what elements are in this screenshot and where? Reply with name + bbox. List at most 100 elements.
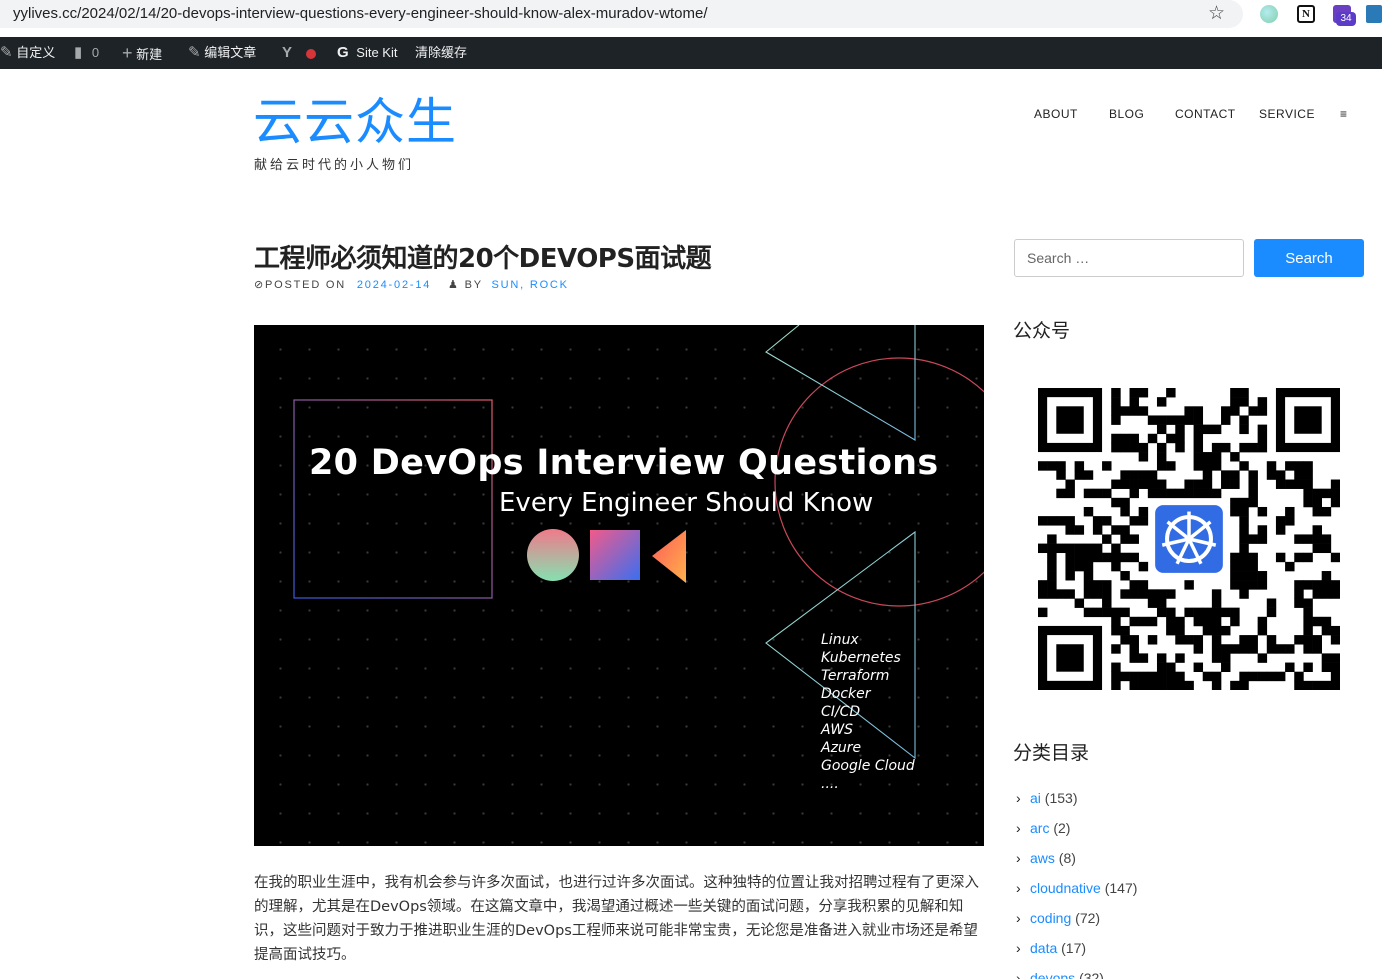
outline-triangle-top (765, 325, 916, 441)
chevron-right-icon: › (1016, 820, 1021, 836)
category-link[interactable]: devops (1030, 970, 1075, 979)
category-link[interactable]: data (1030, 940, 1057, 956)
hero-topic: Docker (821, 686, 871, 702)
list-item: › cloudnative (147) (1016, 875, 1137, 905)
brush-icon: ✎ (0, 44, 13, 61)
list-item: › aws (8) (1016, 845, 1137, 875)
category-list: › ai (153) › arc (2) › aws (8) › cloudnative… (1016, 785, 1137, 979)
extension-puzzle-icon[interactable] (1366, 5, 1382, 23)
hero-topic: AWS (821, 722, 854, 738)
list-item: › ai (153) (1016, 785, 1137, 815)
featured-image: 20 DevOps Interview Questions Every Engi… (254, 325, 984, 846)
category-link[interactable]: coding (1030, 910, 1071, 926)
edit-label: 编辑文章 (204, 45, 257, 60)
comments-count: 0 (91, 45, 100, 60)
author-link[interactable]: SUN, ROCK (492, 279, 569, 291)
gradient-square (590, 530, 640, 580)
category-count: (17) (1061, 940, 1087, 956)
pencil-icon: ✎ (188, 44, 201, 61)
wechat-qr-code (1038, 388, 1340, 690)
comment-icon: ▮ (74, 44, 83, 61)
category-count: (72) (1075, 910, 1101, 926)
hero-topic: .... (821, 776, 839, 792)
user-icon: ♟ (448, 279, 460, 291)
category-count: (153) (1044, 790, 1078, 806)
category-link[interactable]: arc (1030, 820, 1049, 836)
google-g-icon: G (337, 44, 349, 61)
yoast-icon: Y (282, 44, 293, 61)
customize-label: 自定义 (16, 45, 56, 60)
category-link[interactable]: cloudnative (1030, 880, 1101, 896)
hero-topic: Google Cloud (821, 758, 915, 774)
category-count: (2) (1053, 820, 1071, 836)
nav-service[interactable]: SERVICE (1259, 107, 1315, 121)
posted-on-label: POSTED ON (265, 279, 347, 291)
edit-post-item[interactable]: ✎ 编辑文章 (188, 37, 256, 69)
customize-item[interactable]: ✎ 自定义 (0, 37, 55, 69)
hero-subheadline: Every Engineer Should Know (499, 488, 874, 518)
admin-bar: ✎ 自定义 ▮ 0 + 新建 ✎ 编辑文章 Y G Site Kit 清除缓存 (0, 37, 1382, 69)
clear-cache-label: 清除缓存 (415, 45, 468, 60)
categories-widget-title: 分类目录 (1013, 742, 1090, 764)
yoast-item[interactable]: Y (282, 37, 316, 69)
list-item: › coding (72) (1016, 905, 1137, 935)
chevron-right-icon: › (1016, 880, 1021, 896)
list-item: › data (17) (1016, 935, 1137, 965)
sitekit-item[interactable]: G Site Kit (337, 37, 397, 69)
outline-square (293, 399, 493, 599)
extension-circle-icon[interactable] (1260, 5, 1278, 23)
hero-headline: 20 DevOps Interview Questions (309, 443, 939, 483)
plus-icon: + (122, 43, 133, 63)
site-tagline: 献给云时代的小人物们 (254, 158, 415, 173)
chevron-right-icon: › (1016, 970, 1021, 979)
chevron-right-icon: › (1016, 790, 1021, 806)
chevron-right-icon: › (1016, 910, 1021, 926)
post-meta: ⊘POSTED ON 2024-02-14 ♟ BY SUN, ROCK (254, 278, 569, 291)
category-link[interactable]: aws (1030, 850, 1055, 866)
post-intro-paragraph: 在我的职业生涯中，我有机会参与许多次面试，也进行过许多次面试。这种独特的位置让我… (254, 875, 979, 963)
gradient-circle (527, 529, 579, 581)
seo-status-dot (305, 48, 316, 59)
qr-finder-square (1294, 406, 1322, 434)
hero-topic: Terraform (821, 668, 890, 684)
comments-item[interactable]: ▮ 0 (74, 37, 99, 69)
wechat-widget-title: 公众号 (1013, 320, 1071, 342)
by-label: BY (464, 279, 483, 291)
post-title: 工程师必须知道的20个DEVOPS面试题 (254, 244, 712, 274)
extension-badge: 34 (1336, 12, 1356, 26)
link-icon: ⊘ (254, 279, 266, 291)
post-date-link[interactable]: 2024-02-14 (357, 279, 431, 291)
site-title[interactable]: 云云众生 (253, 92, 457, 152)
hero-topic-list: Linux Kubernetes Terraform Docker CI/CD … (821, 631, 915, 793)
nav-blog[interactable]: BLOG (1109, 107, 1144, 121)
new-label: 新建 (136, 47, 163, 62)
category-count: (147) (1104, 880, 1138, 896)
address-bar[interactable]: yylives.cc/2024/02/14/20-devops-intervie… (0, 0, 1243, 28)
menu-icon[interactable]: ≡ (1340, 107, 1348, 121)
category-link[interactable]: ai (1030, 790, 1041, 806)
list-item: › devops (32) (1016, 965, 1137, 979)
new-item[interactable]: + 新建 (122, 37, 162, 69)
qr-finder-square (1056, 406, 1084, 434)
search-input[interactable] (1014, 239, 1244, 277)
nav-contact[interactable]: CONTACT (1175, 107, 1236, 121)
url-text[interactable]: yylives.cc/2024/02/14/20-devops-intervie… (13, 5, 708, 22)
nav-about[interactable]: ABOUT (1034, 107, 1078, 121)
hero-topic: CI/CD (821, 704, 861, 720)
search-button[interactable]: Search (1254, 239, 1364, 277)
chevron-right-icon: › (1016, 940, 1021, 956)
notion-extension-icon[interactable]: N (1297, 5, 1315, 23)
bookmark-star-icon[interactable]: ☆ (1208, 2, 1225, 24)
chevron-right-icon: › (1016, 850, 1021, 866)
clear-cache-item[interactable]: 清除缓存 (415, 37, 467, 69)
hero-topic: Azure (821, 740, 862, 756)
category-count: (8) (1058, 850, 1076, 866)
gradient-triangle (652, 530, 686, 583)
qr-finder-square (1056, 644, 1084, 672)
browser-toolbar: yylives.cc/2024/02/14/20-devops-intervie… (0, 0, 1382, 31)
sitekit-label: Site Kit (356, 45, 398, 60)
hero-topic: Kubernetes (821, 650, 901, 666)
hero-topic: Linux (821, 632, 859, 648)
category-count: (32) (1079, 970, 1104, 979)
list-item: › arc (2) (1016, 815, 1137, 845)
